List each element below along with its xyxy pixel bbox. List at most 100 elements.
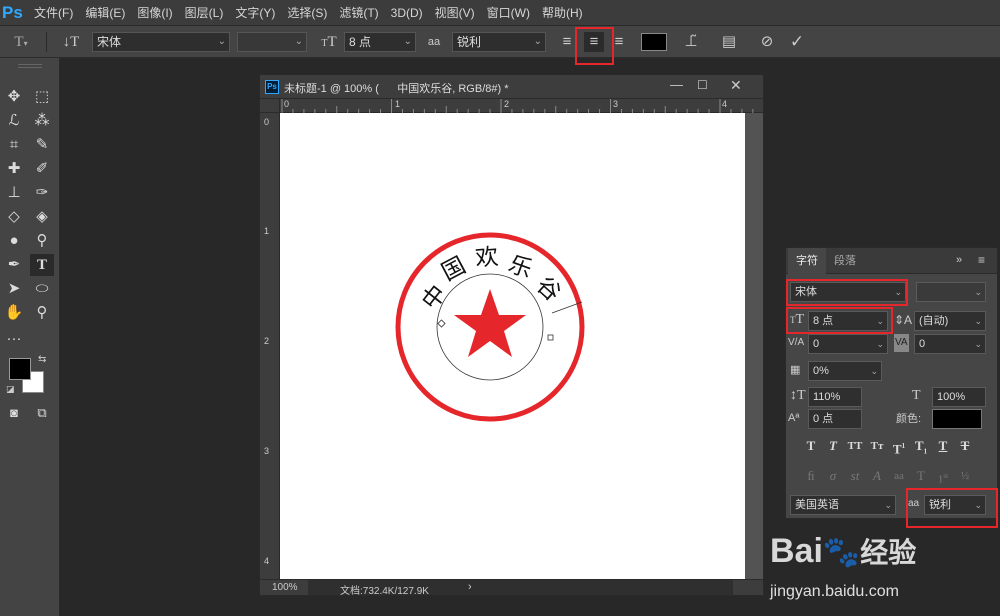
dodge-tool-icon[interactable]: ⚲ bbox=[30, 230, 54, 252]
type-tool-preset-icon[interactable]: T▾ bbox=[8, 32, 34, 54]
canvas[interactable]: 中 国 欢 乐 谷 bbox=[280, 113, 745, 579]
panel-menu-icon[interactable]: ≡ bbox=[978, 253, 985, 267]
ordinals-1st-button[interactable]: 1st bbox=[934, 467, 952, 486]
tab-paragraph[interactable]: 段落 bbox=[826, 248, 864, 274]
horizontal-ruler[interactable]: 0 1 2 3 4 bbox=[280, 99, 763, 113]
ligatures-button[interactable]: ﬁ bbox=[802, 467, 820, 485]
ruler-origin[interactable] bbox=[260, 99, 280, 113]
kerning-icon: V/A bbox=[788, 337, 805, 348]
minimize-icon[interactable]: — bbox=[670, 77, 683, 92]
hand-tool-icon[interactable]: ✋ bbox=[2, 302, 26, 324]
panels-toggle-icon[interactable]: ▤ bbox=[718, 32, 740, 52]
tracking-select[interactable]: 0 ⌄ bbox=[914, 334, 986, 354]
leading-select[interactable]: (自动) ⌄ bbox=[914, 311, 986, 331]
all-caps-button[interactable]: TT bbox=[846, 437, 864, 455]
path-anchor-right[interactable] bbox=[547, 334, 554, 341]
maximize-icon[interactable]: ☐ bbox=[697, 78, 708, 92]
ordinals-button[interactable]: T bbox=[912, 467, 930, 485]
menu-image[interactable]: 图像(I) bbox=[131, 4, 178, 21]
faux-bold-button[interactable]: T bbox=[802, 437, 820, 455]
ruler-h-label: 3 bbox=[613, 99, 619, 109]
panel-color-swatch[interactable] bbox=[932, 409, 982, 429]
swap-colors-icon[interactable]: ⇆ bbox=[38, 354, 46, 365]
pen-tool-icon[interactable]: ✒ bbox=[2, 254, 26, 276]
underline-button[interactable]: T bbox=[934, 437, 952, 455]
horizontal-ruler-ticks bbox=[281, 99, 754, 113]
commit-icon[interactable]: ✓ bbox=[786, 32, 808, 52]
toolbox-grip[interactable] bbox=[18, 64, 42, 68]
font-style-select[interactable]: ⌄ bbox=[237, 32, 307, 52]
close-icon[interactable]: ✕ bbox=[730, 77, 742, 94]
eyedropper-tool-icon[interactable]: ✎ bbox=[30, 134, 54, 156]
marquee-tool-icon[interactable]: ⬚ bbox=[30, 86, 54, 108]
toolbox: ✥ ⬚ ℒ ⁂ ⌗ ✎ ✚ ✐ ⊥ ✑ ◇ ◈ ● ⚲ ✒ T ➤ ⬭ ✋ ⚲ … bbox=[0, 58, 60, 616]
baseline-shift-field[interactable]: 0 点 bbox=[808, 409, 862, 429]
antialias-select[interactable]: 锐利 ⌄ bbox=[452, 32, 546, 52]
faux-italic-button[interactable]: T bbox=[824, 437, 842, 455]
small-caps-button[interactable]: Tт bbox=[868, 437, 886, 455]
tab-character[interactable]: 字符 bbox=[788, 248, 826, 274]
move-tool-icon[interactable]: ✥ bbox=[2, 86, 26, 108]
status-menu-chevron-icon[interactable]: › bbox=[468, 581, 472, 593]
zoom-tool-icon[interactable]: ⚲ bbox=[30, 302, 54, 324]
eraser-tool-icon[interactable]: ◇ bbox=[2, 206, 26, 228]
screen-mode-icon[interactable]: ⧉ bbox=[30, 402, 54, 424]
titling-alternates-button[interactable]: aa bbox=[890, 467, 908, 485]
zoom-level[interactable]: 100% bbox=[272, 582, 298, 593]
strikethrough-button[interactable]: T bbox=[956, 437, 974, 455]
healing-tool-icon[interactable]: ✚ bbox=[2, 158, 26, 180]
menu-select[interactable]: 选择(S) bbox=[281, 4, 333, 21]
language-select[interactable]: 美国英语 ⌄ bbox=[790, 495, 896, 515]
menu-help[interactable]: 帮助(H) bbox=[536, 4, 589, 21]
ruler-v-label: 3 bbox=[264, 446, 270, 456]
font-family-select[interactable]: 宋体 ⌄ bbox=[92, 32, 230, 52]
menu-filter[interactable]: 滤镜(T) bbox=[333, 4, 384, 21]
foreground-color-swatch[interactable] bbox=[9, 358, 31, 380]
cancel-icon[interactable]: ⊘ bbox=[756, 32, 778, 52]
path-anchor-left[interactable] bbox=[437, 319, 446, 328]
text-color-swatch[interactable] bbox=[641, 33, 667, 51]
lasso-tool-icon[interactable]: ℒ bbox=[2, 110, 26, 132]
panel-font-style-select[interactable]: ⌄ bbox=[916, 282, 986, 302]
menu-view[interactable]: 视图(V) bbox=[429, 4, 481, 21]
menu-3d[interactable]: 3D(D) bbox=[385, 6, 429, 20]
stamp-tool-icon[interactable]: ⊥ bbox=[2, 182, 26, 204]
menu-window[interactable]: 窗口(W) bbox=[481, 4, 536, 21]
horizontal-scale-field[interactable]: 100% bbox=[932, 387, 986, 407]
crop-tool-icon[interactable]: ⌗ bbox=[2, 134, 26, 156]
more-tools-icon[interactable]: ··· bbox=[2, 328, 26, 350]
default-colors-icon[interactable]: ◪ bbox=[6, 384, 15, 395]
swash-button[interactable]: st bbox=[846, 467, 864, 485]
stylistic-alternates-button[interactable]: A bbox=[868, 467, 886, 485]
history-brush-tool-icon[interactable]: ✑ bbox=[30, 182, 54, 204]
menu-type[interactable]: 文字(Y) bbox=[229, 4, 281, 21]
shape-tool-icon[interactable]: ⬭ bbox=[30, 278, 54, 300]
vertical-scale-field[interactable]: 110% bbox=[808, 387, 862, 407]
kerning-select[interactable]: 0 ⌄ bbox=[808, 334, 888, 354]
menu-file[interactable]: 文件(F) bbox=[28, 4, 79, 21]
blur-tool-icon[interactable]: ● bbox=[2, 230, 26, 252]
stamp-char: 乐 bbox=[505, 251, 536, 283]
tsume-select[interactable]: 0% ⌄ bbox=[808, 361, 882, 381]
menu-layer[interactable]: 图层(L) bbox=[179, 4, 230, 21]
align-left-icon[interactable]: ≡ bbox=[558, 32, 576, 52]
menu-bar: Ps 文件(F) 编辑(E) 图像(I) 图层(L) 文字(Y) 选择(S) 滤… bbox=[0, 0, 1000, 26]
warp-text-icon[interactable]: ⊥̃ bbox=[680, 32, 702, 52]
path-selection-tool-icon[interactable]: ➤ bbox=[2, 278, 26, 300]
stamp-char: 中 bbox=[417, 281, 452, 315]
vertical-ruler[interactable]: 0 1 2 3 4 bbox=[260, 113, 280, 579]
toggle-orientation-icon[interactable]: ↓T bbox=[60, 32, 82, 52]
menu-edit[interactable]: 编辑(E) bbox=[79, 4, 131, 21]
quick-mask-icon[interactable]: ◙ bbox=[2, 402, 26, 424]
paint-bucket-tool-icon[interactable]: ◈ bbox=[30, 206, 54, 228]
brush-tool-icon[interactable]: ✐ bbox=[30, 158, 54, 180]
old-style-button[interactable]: σ bbox=[824, 467, 842, 485]
type-tool-icon[interactable]: T bbox=[30, 254, 54, 276]
collapse-panel-icon[interactable]: » bbox=[956, 254, 962, 266]
watermark-url: jingyan.baidu.com bbox=[770, 583, 899, 600]
subscript-button[interactable]: T1 bbox=[912, 437, 930, 456]
magic-wand-tool-icon[interactable]: ⁂ bbox=[30, 110, 54, 132]
font-size-select[interactable]: 8 点 ⌄ bbox=[344, 32, 416, 52]
fractions-button[interactable]: ½ bbox=[956, 467, 974, 485]
superscript-button[interactable]: T1 bbox=[890, 437, 908, 456]
